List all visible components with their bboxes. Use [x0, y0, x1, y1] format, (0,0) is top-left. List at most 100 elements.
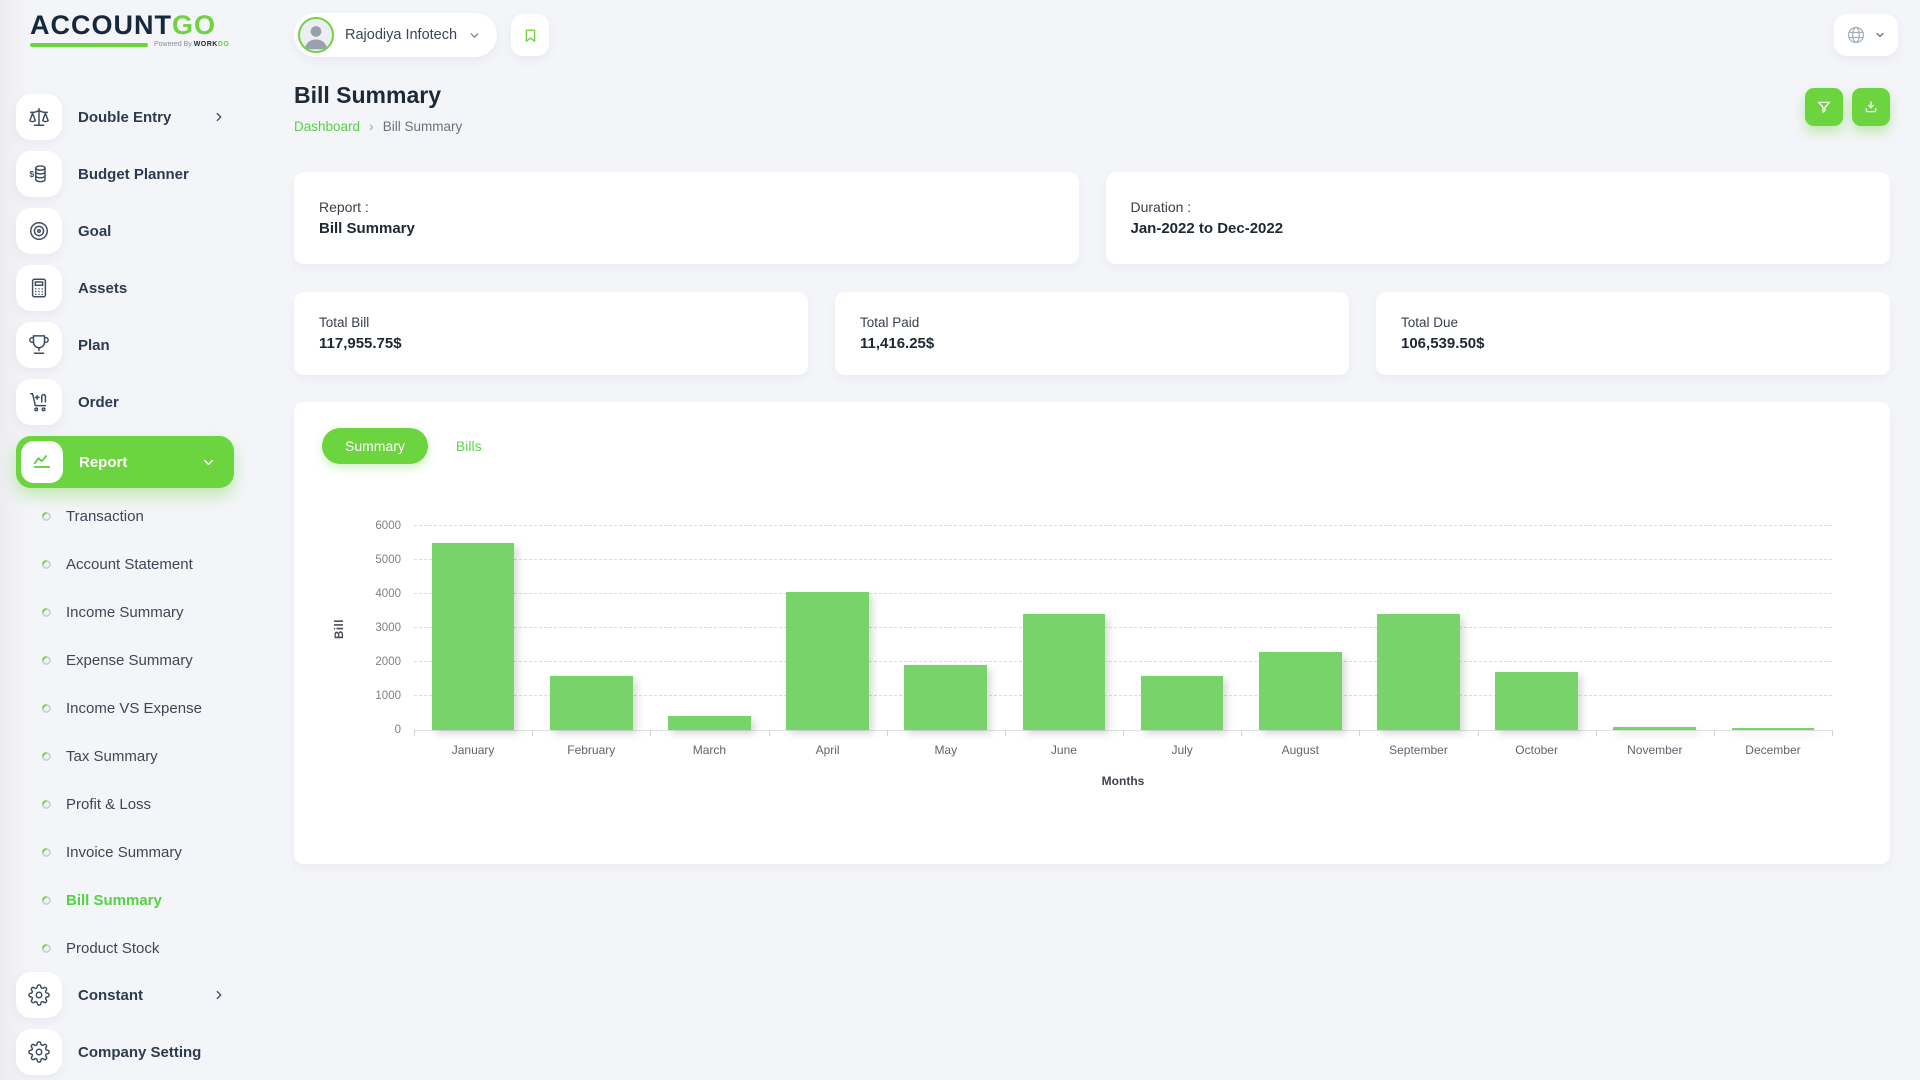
- sidebar-item-plan[interactable]: Plan: [16, 322, 236, 368]
- filter-button[interactable]: [1805, 88, 1843, 126]
- submenu-item-invoice-summary[interactable]: Invoice Summary: [16, 828, 236, 876]
- bar-june[interactable]: [1023, 614, 1106, 730]
- x-axis-tick: [1359, 730, 1360, 736]
- submenu-item-product-stock[interactable]: Product Stock: [16, 924, 236, 972]
- bullet-icon: [40, 942, 53, 955]
- x-axis-tick-label: April: [769, 743, 887, 757]
- page-title: Bill Summary: [294, 82, 462, 109]
- svg-text:$: $: [29, 169, 34, 179]
- sidebar-item-report[interactable]: Report: [16, 436, 234, 488]
- bullet-icon: [40, 894, 53, 907]
- sidebar-item-label: Company Setting: [78, 1044, 201, 1061]
- x-axis-tick-label: November: [1596, 743, 1714, 757]
- submenu-item-label: Transaction: [66, 508, 144, 525]
- bar-slot: [1241, 526, 1359, 730]
- submenu-item-expense-summary[interactable]: Expense Summary: [16, 636, 236, 684]
- sidebar-item-constant[interactable]: Constant: [16, 972, 236, 1018]
- bar-march[interactable]: [668, 716, 751, 730]
- bar-august[interactable]: [1259, 652, 1342, 730]
- app-logo[interactable]: ACCOUNTGO Powered By WORKDO: [0, 0, 250, 64]
- bar-slot: [887, 526, 1005, 730]
- y-axis-tick-label: 5000: [375, 554, 401, 566]
- sidebar-item-label: Goal: [78, 223, 111, 240]
- top-header: Rajodiya Infotech: [250, 0, 1920, 60]
- logo-wordmark: ACCOUNTGO: [30, 10, 250, 40]
- company-name: Rajodiya Infotech: [345, 27, 457, 43]
- submenu-item-transaction[interactable]: Transaction: [16, 492, 236, 540]
- duration-label: Duration :: [1131, 199, 1866, 215]
- bar-february[interactable]: [550, 676, 633, 730]
- gear-icon: [16, 1029, 62, 1075]
- bar-slot: [1359, 526, 1477, 730]
- bar-slot: [1123, 526, 1241, 730]
- submenu-item-label: Income VS Expense: [66, 700, 202, 717]
- logo-text-secondary: GO: [172, 10, 216, 40]
- submenu-item-tax-summary[interactable]: Tax Summary: [16, 732, 236, 780]
- submenu-item-label: Income Summary: [66, 604, 184, 621]
- x-axis-tick: [1123, 730, 1124, 736]
- submenu-item-profit-loss[interactable]: Profit & Loss: [16, 780, 236, 828]
- chevron-down-icon: [201, 455, 216, 470]
- submenu-item-income-summary[interactable]: Income Summary: [16, 588, 236, 636]
- download-button[interactable]: [1852, 88, 1890, 126]
- company-switcher[interactable]: Rajodiya Infotech: [294, 13, 497, 57]
- tab-summary[interactable]: Summary: [322, 428, 428, 464]
- x-axis-tick-label: May: [887, 743, 1005, 757]
- bar-july[interactable]: [1141, 676, 1224, 730]
- globe-icon: [1846, 25, 1866, 45]
- y-axis-tick-label: 1000: [375, 690, 401, 702]
- sidebar-item-assets[interactable]: Assets: [16, 265, 236, 311]
- language-selector[interactable]: [1834, 14, 1898, 56]
- chart-tabs: Summary Bills: [322, 428, 1862, 464]
- y-axis-tick-label: 6000: [375, 520, 401, 532]
- stat-label: Total Due: [1401, 315, 1865, 330]
- sidebar-item-order[interactable]: Order: [16, 379, 236, 425]
- bullet-icon: [40, 798, 53, 811]
- bar-may[interactable]: [904, 665, 987, 730]
- bar-december[interactable]: [1732, 728, 1815, 730]
- bar-chart: Bill 0100020003000400050006000JanuaryFeb…: [414, 526, 1832, 731]
- bookmark-button[interactable]: [511, 14, 549, 56]
- submenu-item-label: Profit & Loss: [66, 796, 151, 813]
- trolley-icon: [16, 379, 62, 425]
- submenu-item-label: Expense Summary: [66, 652, 193, 669]
- total-paid-card: Total Paid 11,416.25$: [835, 292, 1349, 375]
- submenu-item-income-vs-expense[interactable]: Income VS Expense: [16, 684, 236, 732]
- bar-september[interactable]: [1377, 614, 1460, 730]
- breadcrumb-current: Bill Summary: [383, 119, 463, 134]
- bullet-icon: [40, 510, 53, 523]
- sidebar-item-double-entry[interactable]: Double Entry: [16, 94, 236, 140]
- chart-plot-area: 0100020003000400050006000JanuaryFebruary…: [414, 526, 1832, 731]
- chevron-down-icon: [1874, 29, 1886, 41]
- avatar: [298, 17, 334, 53]
- logo-underline: [30, 43, 148, 47]
- submenu-item-label: Product Stock: [66, 940, 159, 957]
- sidebar-item-label: Double Entry: [78, 109, 171, 126]
- breadcrumb-dashboard-link[interactable]: Dashboard: [294, 119, 360, 134]
- submenu-item-bill-summary[interactable]: Bill Summary: [16, 876, 236, 924]
- x-axis-tick: [1241, 730, 1242, 736]
- bar-slot: [1714, 526, 1832, 730]
- chevron-down-icon: [468, 29, 481, 42]
- submenu-item-label: Bill Summary: [66, 892, 162, 909]
- bar-october[interactable]: [1495, 672, 1578, 730]
- sidebar-item-company-setting[interactable]: Company Setting: [16, 1029, 236, 1075]
- bar-slot: [532, 526, 650, 730]
- main-area: Rajodiya Infotech Bill Summary Dashboard…: [250, 0, 1920, 1080]
- funnel-icon: [1816, 99, 1832, 115]
- tab-bills[interactable]: Bills: [456, 438, 482, 454]
- submenu-item-label: Account Statement: [66, 556, 193, 573]
- x-axis-tick-label: February: [532, 743, 650, 757]
- x-axis-tick-label: June: [1005, 743, 1123, 757]
- y-axis-tick-label: 2000: [375, 656, 401, 668]
- submenu-item-account-statement[interactable]: Account Statement: [16, 540, 236, 588]
- download-icon: [1863, 99, 1879, 115]
- bar-slot: [1478, 526, 1596, 730]
- y-axis-title: Bill: [334, 619, 346, 639]
- x-axis-tick: [1832, 730, 1833, 736]
- sidebar-item-goal[interactable]: Goal: [16, 208, 236, 254]
- bar-april[interactable]: [786, 592, 869, 730]
- sidebar-item-budget-planner[interactable]: $ Budget Planner: [16, 151, 236, 197]
- bar-november[interactable]: [1613, 727, 1696, 730]
- bar-january[interactable]: [432, 543, 515, 730]
